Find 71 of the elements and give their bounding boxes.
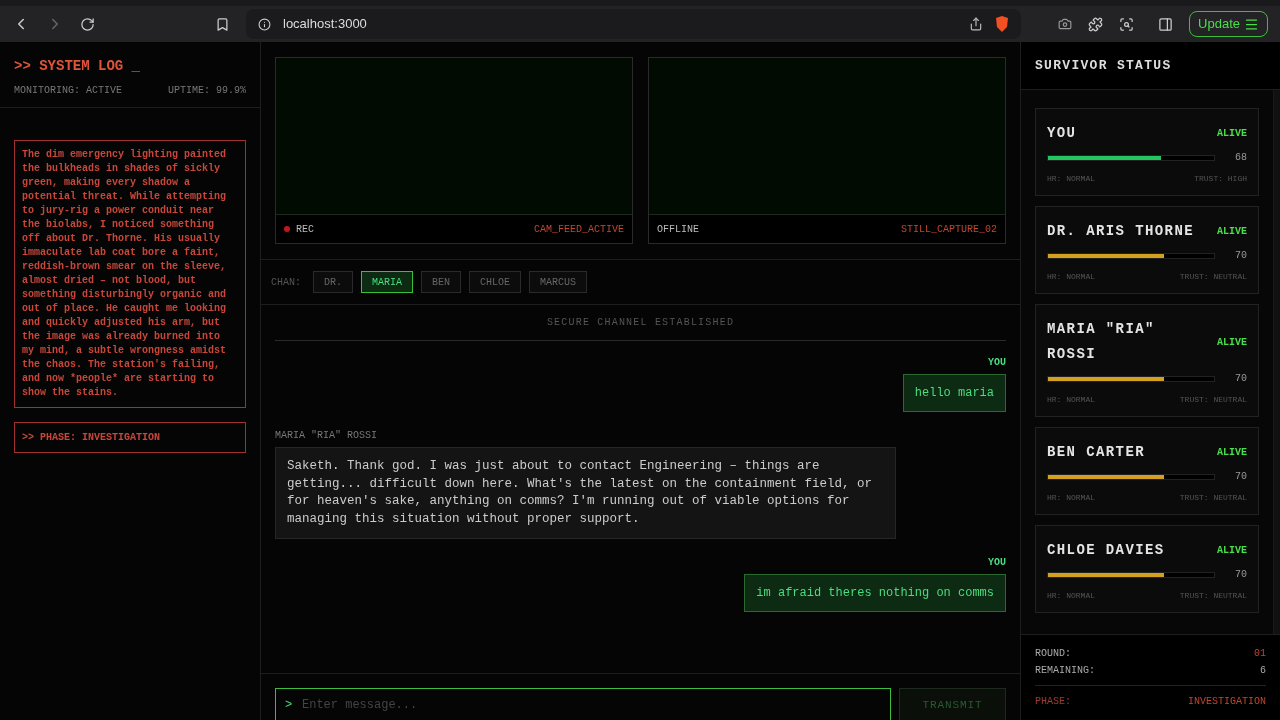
reload-icon[interactable] [80,16,95,32]
sender-label: YOU [988,556,1006,570]
recording-icon [284,226,290,232]
channel-tab[interactable]: DR. [313,271,354,293]
sender-label: YOU [988,356,1006,370]
round-label: ROUND: [1035,647,1071,661]
camera-icon[interactable] [1058,17,1073,31]
survivor-name: BEN CARTER [1047,443,1146,462]
channel-tab[interactable]: CHLOE [469,271,522,293]
trust-label: TRUST: NEUTRAL [1179,590,1247,602]
survivor-name: MARIA "RIA" ROSSI [1047,320,1156,364]
channel-tab[interactable]: MARCUS [529,271,588,293]
trust-label: TRUST: NEUTRAL [1179,271,1247,283]
extensions-icon[interactable] [1088,16,1104,32]
panel-title: >> SYSTEM LOG _ [14,59,142,73]
health-value: 68 [1234,151,1247,165]
trust-label: TRUST: NEUTRAL [1179,394,1247,406]
heart-rate-label: HR: NORMAL [1047,590,1095,602]
phase-banner: >> PHASE: INVESTIGATION [14,422,246,453]
message-bubble: hello maria [902,374,1006,412]
message-bubble: im afraid theres nothing on comms [744,574,1006,612]
survivor-name: DR. ARIS THORNE [1047,222,1196,241]
sender-label: MARIA "RIA" ROSSI [275,429,378,443]
heart-rate-label: HR: NORMAL [1047,173,1095,185]
trust-label: TRUST: HIGH [1194,173,1247,185]
health-value: 70 [1234,470,1247,484]
camera-feed-label: STILL_CAPTURE_02 [901,222,997,237]
status-label: ALIVE [1217,446,1247,460]
scrollbar[interactable] [1273,90,1280,634]
camera-feed-label: CAM_FEED_ACTIVE [534,222,624,237]
phase-value: INVESTIGATION [1188,695,1266,709]
health-value: 70 [1234,568,1247,582]
url-text: localhost:3000 [283,15,368,34]
status-label: ALIVE [1217,127,1247,141]
panel-title: SURVIVOR STATUS [1035,56,1172,75]
channel-status-text: SECURE CHANNEL ESTABLISHED [546,316,735,330]
heart-rate-label: HR: NORMAL [1047,492,1095,504]
status-label: ALIVE [1217,335,1247,350]
shield-icon[interactable] [995,16,1009,32]
info-icon [258,17,271,31]
channel-tab[interactable]: BEN [421,271,462,293]
camera-status: REC [296,222,314,237]
prompt-symbol: > [285,697,293,713]
status-label: ALIVE [1217,225,1247,239]
survivor-name: CHLOE DAVIES [1047,541,1166,560]
update-button[interactable]: Update [1189,11,1268,37]
menu-icon [1244,16,1259,32]
health-value: 70 [1234,249,1247,263]
bookmark-icon[interactable] [215,16,230,32]
share-icon[interactable] [969,17,983,31]
trust-label: TRUST: NEUTRAL [1179,492,1247,504]
remaining-label: REMAINING: [1035,664,1095,678]
address-bar[interactable]: localhost:3000 [246,9,1021,39]
uptime-status: UPTIME: 99.9% [168,84,246,98]
survivor-name: YOU [1047,124,1078,143]
channel-tab[interactable]: MARIA [361,271,414,293]
phase-label: PHASE: [1035,695,1071,709]
health-value: 70 [1234,372,1247,386]
remaining-value: 6 [1260,664,1266,678]
heart-rate-label: HR: NORMAL [1047,394,1095,406]
transmit-button[interactable]: TRANSMIT [899,688,1006,720]
channel-label: CHAN: [271,275,301,290]
camera-status: OFFLINE [657,222,699,237]
message-bubble: Saketh. Thank god. I was just about to contact Engineering – things are getting... difficult down here. What's the latest on the containment field, or for heaven's sake, anything on comms? I'm running out of viable options for managing this situation without proper support. [275,447,896,539]
reader-icon[interactable] [1119,16,1135,32]
round-value: 01 [1254,647,1266,661]
status-label: ALIVE [1217,544,1247,558]
log-text: The dim emergency lighting painted the bulkheads in shades of sickly green, making every shadow a potential threat. While attempting to jury-rig a power conduit near the biolabs, I noticed something off about Dr. Thorne. His usually immaculate lab coat bore a faint, reddish-brown smear on the sleeve, almost dried – not blood, but something disturbingly organic and out of place. He caught me looking and quickly adjusted his arm, but the image was already burned into my mind, a subtle wrongness amidst the chaos. The station's failing, and now *people* are starting to show the stains. [14,140,246,408]
monitoring-status: MONITORING: ACTIVE [14,84,123,98]
sidebar-icon[interactable] [1158,16,1174,32]
heart-rate-label: HR: NORMAL [1047,271,1095,283]
